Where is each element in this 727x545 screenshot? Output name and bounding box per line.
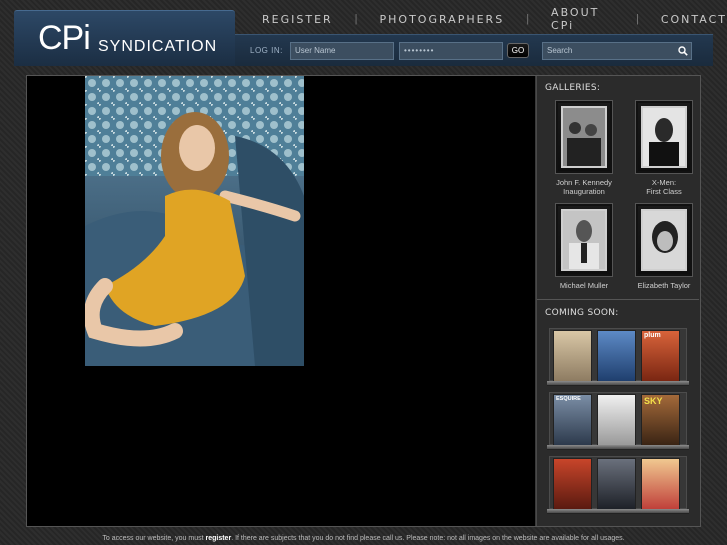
- magazine-cover[interactable]: ESQUIRE: [553, 394, 592, 446]
- gallery-thumb-taylor[interactable]: [635, 203, 693, 277]
- nav-contact[interactable]: CONTACT: [661, 13, 727, 26]
- magazine-shelf: [547, 509, 689, 514]
- muller-thumbnail: [561, 209, 607, 271]
- gallery-caption-xmen-line2[interactable]: First Class: [624, 187, 704, 196]
- sidebar-divider: [537, 299, 699, 300]
- go-button[interactable]: GO: [507, 43, 529, 58]
- coming-soon-heading: COMING SOON:: [545, 308, 619, 318]
- logo[interactable]: CPi SYNDICATION: [14, 10, 235, 66]
- search-icon[interactable]: [678, 46, 688, 56]
- galleries-heading: GALLERIES:: [545, 83, 601, 93]
- magazine-cover[interactable]: plum: [641, 330, 680, 382]
- logo-subtitle: SYNDICATION: [98, 38, 218, 55]
- magazine-cover[interactable]: [597, 458, 636, 510]
- nav-separator: |: [354, 13, 358, 25]
- footer-notice: To access our website, you must register…: [0, 535, 727, 542]
- magazine-masthead: plum: [644, 332, 661, 339]
- nav-separator: |: [635, 13, 639, 25]
- jfk-thumbnail: [561, 106, 607, 168]
- nav-about[interactable]: ABOUT CPi: [551, 6, 614, 32]
- magazine-masthead: ESQUIRE: [556, 396, 581, 402]
- logo-text: CPi: [38, 19, 91, 57]
- featured-photo-image: [85, 76, 304, 366]
- gallery-caption-jfk-line2[interactable]: Inauguration: [544, 187, 624, 196]
- xmen-thumbnail: [641, 106, 687, 168]
- magazine-masthead: SKY: [644, 396, 663, 406]
- nav-photographers[interactable]: PHOTOGRAPHERS: [380, 13, 505, 26]
- gallery-thumb-jfk[interactable]: [555, 100, 613, 174]
- magazine-shelf: [547, 445, 689, 450]
- gallery-thumb-muller[interactable]: [555, 203, 613, 277]
- nav-separator: |: [526, 13, 530, 25]
- register-link[interactable]: register: [206, 535, 232, 542]
- nav-register[interactable]: REGISTER: [262, 13, 333, 26]
- magazine-cover[interactable]: [553, 330, 592, 382]
- gallery-caption-xmen[interactable]: X-Men:: [624, 178, 704, 187]
- gallery-caption-jfk[interactable]: John F. Kennedy: [544, 178, 624, 187]
- top-navigation: REGISTER | PHOTOGRAPHERS | ABOUT CPi | C…: [262, 6, 727, 32]
- featured-photo[interactable]: [85, 76, 304, 366]
- footer-text: To access our website, you must: [102, 535, 206, 542]
- username-input[interactable]: User Name: [290, 42, 394, 60]
- gallery-caption-muller[interactable]: Michael Muller: [544, 281, 624, 290]
- search-input[interactable]: Search: [542, 42, 692, 60]
- footer-text-rest: . If there are subjects that you do not …: [231, 535, 625, 542]
- magazine-cover[interactable]: [597, 394, 636, 446]
- gallery-caption-taylor[interactable]: Elizabeth Taylor: [624, 281, 704, 290]
- magazine-cover[interactable]: [597, 330, 636, 382]
- login-label: LOG IN:: [250, 46, 283, 55]
- password-input[interactable]: ••••••••: [399, 42, 503, 60]
- gallery-thumb-xmen[interactable]: [635, 100, 693, 174]
- taylor-thumbnail: [641, 209, 687, 271]
- magazine-shelf: [547, 381, 689, 386]
- magazine-cover[interactable]: SKY: [641, 394, 680, 446]
- magazine-cover[interactable]: [641, 458, 680, 510]
- magazine-cover[interactable]: [553, 458, 592, 510]
